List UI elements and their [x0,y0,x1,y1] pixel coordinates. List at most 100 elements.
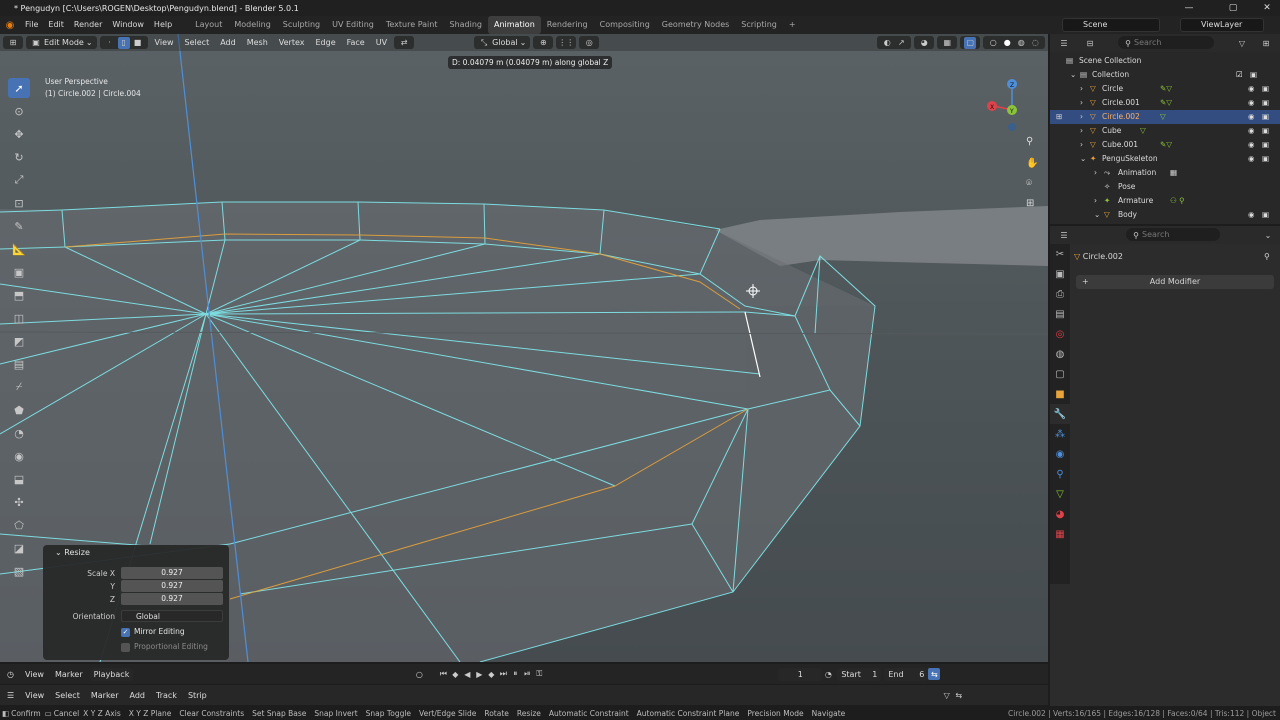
view-layer-selector[interactable]: ViewLayer [1180,18,1264,32]
nla-editor-type-icon[interactable]: ☰ [3,689,18,702]
pivot-selector[interactable]: ⊕ [533,36,554,49]
data-tab-icon[interactable]: ▽ [1050,484,1070,504]
poly-build-tool-icon[interactable]: ⬟ [8,400,30,420]
mesh-edit-overlays[interactable]: ▦ [937,36,958,49]
rip-tool-icon[interactable]: ◪ [8,538,30,558]
viewport-menu-mesh[interactable]: Mesh [243,36,272,49]
outliner-item-cube-001[interactable]: › ▽ Cube.001 ✎▽ ◉ ▣ [1050,138,1280,152]
workspace-tab-rendering[interactable]: Rendering [541,16,594,34]
render-icon[interactable]: ▣ [1262,208,1269,222]
edge-select-icon[interactable]: ▯ [117,36,130,49]
menu-edit[interactable]: Edit [43,16,69,34]
world-tab-icon[interactable]: ◍ [1050,344,1070,364]
minimize-button[interactable]: — [1176,0,1202,16]
options-icon[interactable]: ⌄ [1262,229,1274,241]
sync-icon[interactable]: ⇆ [928,668,941,680]
scale-z-field[interactable]: 0.927 [121,593,223,605]
spin-tool-icon[interactable]: ◔ [8,423,30,443]
rotate-tool-icon[interactable]: ↻ [8,147,30,167]
play-icon[interactable]: ▶ [473,668,485,680]
knife-tool-icon[interactable]: ⌿ [8,377,30,397]
timeline-menu-marker[interactable]: Marker [51,668,87,681]
properties-editor-type-icon[interactable]: ☰ [1058,229,1070,241]
scale-x-field[interactable]: 0.927 [121,567,223,579]
shading-modes[interactable]: ○ ● ◍ ◌ [983,36,1046,49]
resize-operator-panel[interactable]: ⌄ Resize Scale X 0.927 Y 0.927 Z 0.927 O… [43,545,229,660]
keying-set-icon[interactable]: ⚿ [533,668,545,680]
add-modifier-button[interactable]: + Add Modifier [1076,275,1274,289]
outliner-item-circle-002[interactable]: ⊞ › ▽ Circle.002 ▽ ◉ ▣ [1050,110,1280,124]
outliner-scene-collection[interactable]: ▤ Scene Collection [1050,54,1280,68]
collection-tab-icon[interactable]: ▢ [1050,364,1070,384]
auto-keying-icon[interactable]: ○ [413,668,425,680]
menu-file[interactable]: File [20,16,43,34]
viewport-gizmo-toggle[interactable]: ◐ ↗ [877,36,912,49]
select-mode-group[interactable]: · ▯ ■ [99,36,148,49]
next-marker-icon[interactable]: ⏯ [521,668,533,680]
modifiers-tab-icon[interactable]: 🔧 [1050,404,1070,424]
workspace-tab-geometry-nodes[interactable]: Geometry Nodes [656,16,735,34]
timeline-menu-view[interactable]: View [21,668,48,681]
scale-tool-icon[interactable]: ⤢ [8,170,30,190]
outliner-item-penguskeleton[interactable]: ⌄ ✦ PenguSkeleton ◉ ▣ [1050,152,1280,166]
smooth-tool-icon[interactable]: ◉ [8,446,30,466]
rendered-shading-icon[interactable]: ◌ [1029,37,1041,49]
workspace-tab-animation[interactable]: Animation [487,16,541,34]
timeline-menu-playback[interactable]: Playback [89,667,134,681]
jump-start-icon[interactable]: ⏮ [437,668,449,680]
snap-selector[interactable]: ⋮⋮ [556,36,577,49]
material-tab-icon[interactable]: ◕ [1050,504,1070,524]
outliner-item-armature[interactable]: › ✦ Armature ⚇ ⚲ [1050,194,1280,208]
annotate-tool-icon[interactable]: ✎ [8,216,30,236]
viewport-menu-face[interactable]: Face [343,36,369,49]
workspace-tab-scripting[interactable]: Scripting [735,16,783,34]
current-frame-field[interactable]: 1 [778,667,823,681]
workspace-tab-layout[interactable]: Layout [189,16,228,34]
render-icon[interactable]: ▣ [1262,124,1269,138]
outliner-item-animation[interactable]: › ⤳ Animation ▦ [1050,166,1280,180]
outliner-item-circle[interactable]: › ▽ Circle ✎▽ ◉ ▣ [1050,82,1280,96]
output-tab-icon[interactable]: ⎙ [1050,284,1070,304]
xray-toggle[interactable]: ▢ [960,36,981,49]
render-icon[interactable]: ▣ [1262,110,1269,124]
eye-icon[interactable]: ◉ [1248,152,1255,166]
measure-tool-icon[interactable]: 📐 [8,239,30,259]
perspective-toggle-icon[interactable]: ⊞ [1026,198,1040,212]
proportional-edit-toggle[interactable]: ◎ [579,36,600,49]
scene-selector[interactable]: Scene [1062,18,1160,32]
camera-view-icon[interactable]: ⌾ [1026,178,1040,192]
bevel-tool-icon[interactable]: ◩ [8,331,30,351]
nla-menu-marker[interactable]: Marker [87,689,123,702]
loop-cut-tool-icon[interactable]: ▤ [8,354,30,374]
camera-icon[interactable]: ▣ [1250,68,1257,82]
eye-icon[interactable]: ◉ [1248,82,1255,96]
filter-icon[interactable]: ▽ [941,689,953,701]
eye-icon[interactable]: ◉ [1248,110,1255,124]
eye-icon[interactable]: ◉ [1248,138,1255,152]
nla-menu-add[interactable]: Add [126,689,150,702]
shrink-fatten-tool-icon[interactable]: ✣ [8,492,30,512]
view-layer-tab-icon[interactable]: ▤ [1050,304,1070,324]
new-collection-icon[interactable]: ⊞ [1260,37,1272,49]
render-icon[interactable]: ▣ [1262,96,1269,110]
workspace-tab-modeling[interactable]: Modeling [228,16,276,34]
prev-keyframe-icon[interactable]: ◆ [449,668,461,680]
add-workspace-icon[interactable]: + [783,16,802,34]
nla-menu-strip[interactable]: Strip [184,689,211,702]
transform-orientation-selector[interactable]: ⤡ Global ⌄ [474,36,531,49]
object-tab-icon[interactable]: ■ [1050,384,1070,404]
particles-tab-icon[interactable]: ⁂ [1050,424,1070,444]
material-shading-icon[interactable]: ◍ [1015,37,1027,49]
add-cube-tool-icon[interactable]: ▣ [8,262,30,282]
navigation-gizmo[interactable]: Z X Y ⚲ ✋ ⌾ ⊞ [982,74,1042,224]
play-reverse-icon[interactable]: ◀ [461,668,473,680]
workspace-tab-compositing[interactable]: Compositing [594,16,656,34]
scale-y-field[interactable]: 0.927 [121,580,223,592]
outliner-item-cube[interactable]: › ▽ Cube ▽ ◉ ▣ [1050,124,1280,138]
render-tab-icon[interactable]: ▣ [1050,264,1070,284]
proportional-editing-checkbox[interactable] [121,643,130,652]
editor-type-button[interactable]: ⊞ [3,36,23,49]
uv-sync-toggle[interactable]: ⇄ [394,36,415,49]
eye-icon[interactable]: ◉ [1248,96,1255,110]
prev-marker-icon[interactable]: ⏸ [509,668,521,680]
